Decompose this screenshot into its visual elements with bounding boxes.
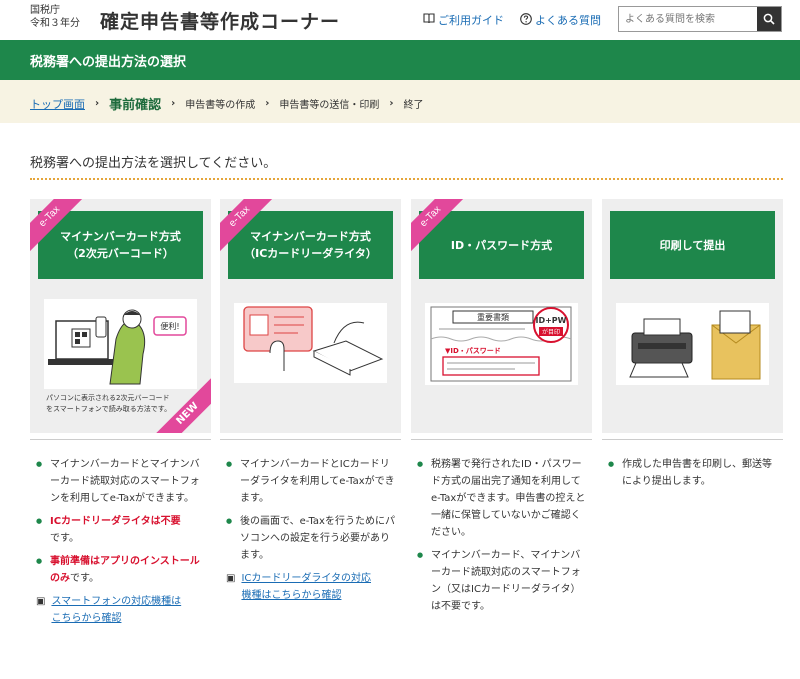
search-input[interactable] bbox=[619, 7, 757, 31]
breadcrumb-step: 終了 bbox=[403, 100, 424, 111]
dotted-divider bbox=[30, 178, 783, 180]
link-text: スマートフォンの対応機種は bbox=[51, 596, 182, 607]
ic-reader-compat-link[interactable]: ▣ ICカードリーダライタの対応 機種はこちらから確認 bbox=[226, 570, 396, 604]
option-card-mynumber-qr[interactable]: マイナンバーカード方式 （2次元バーコード） e-Tax 便利! パソコンに表示さ… bbox=[30, 199, 211, 433]
card-divider bbox=[602, 439, 783, 440]
id-password-notice-illustration: 重要書類 ▼ID・パスワード ID+PW が目印 bbox=[425, 303, 578, 385]
item-text: マイナンバーカードとマイナンバーカード読取対応のスマートフォンを利用してe-Ta… bbox=[50, 459, 200, 504]
qr-caption: パソコンに表示される2次元バーコード をスマートフォンで読み取る方法です。 bbox=[46, 393, 196, 415]
card-divider bbox=[30, 439, 211, 440]
option-card-print[interactable]: 印刷して提出 bbox=[602, 199, 783, 433]
list-item: マイナンバーカードとマイナンバーカード読取対応のスマートフォンを利用してe-Ta… bbox=[36, 456, 206, 507]
qr-description: マイナンバーカードとマイナンバーカード読取対応のスマートフォンを利用してe-Ta… bbox=[36, 456, 206, 627]
book-icon bbox=[423, 13, 435, 27]
item-text: です。 bbox=[70, 573, 99, 584]
list-item: 事前準備はアプリのインストールのみです。 bbox=[36, 553, 206, 587]
id-pw-badge-sub: が目印 bbox=[542, 328, 560, 336]
list-item: 後の画面で、e-Taxを行うためにパソコンへの設定を行う必要があります。 bbox=[226, 513, 396, 564]
search-button[interactable] bbox=[757, 7, 781, 31]
smartphone-compat-link[interactable]: ▣ スマートフォンの対応機種は こちらから確認 bbox=[36, 593, 206, 627]
chevron-right-icon: › bbox=[171, 98, 176, 109]
smartphone-qr-illustration: 便利! bbox=[44, 299, 197, 389]
ic-description: マイナンバーカードとICカードリーダライタを利用してe-Taxができます。 後の… bbox=[226, 456, 396, 604]
svg-text:便利!: 便利! bbox=[160, 321, 179, 331]
option-card-mynumber-ic[interactable]: マイナンバーカード方式 （ICカードリーダライタ） e-Tax bbox=[220, 199, 401, 433]
site-header: 国税庁 令和３年分 確定申告書等作成コーナー ご利用ガイド よくある質問 bbox=[0, 0, 800, 40]
agency-name: 国税庁 bbox=[30, 5, 60, 16]
notice-title: 重要書類 bbox=[477, 312, 509, 322]
list-item: 作成した申告書を印刷し、郵送等により提出します。 bbox=[608, 456, 778, 490]
button-label: （ICカードリーダライタ） bbox=[244, 247, 377, 260]
notice-label: ▼ID・パスワード bbox=[445, 346, 501, 355]
chevron-right-icon: › bbox=[265, 98, 270, 109]
print-submit-button[interactable]: 印刷して提出 bbox=[610, 211, 775, 279]
item-text: です。 bbox=[50, 533, 79, 544]
link-text: ICカードリーダライタの対応 bbox=[241, 573, 371, 584]
list-item: 税務署で発行されたID・パスワード方式の届出完了通知を利用してe-Taxができま… bbox=[417, 456, 587, 541]
print-description: 作成した申告書を印刷し、郵送等により提出します。 bbox=[608, 456, 778, 496]
card-divider bbox=[220, 439, 401, 440]
tax-year: 令和３年分 bbox=[30, 18, 80, 29]
instruction-text: 税務署への提出方法を選択してください。 bbox=[30, 156, 277, 171]
question-icon bbox=[520, 12, 532, 28]
id-password-button[interactable]: ID・パスワード方式 bbox=[419, 211, 584, 279]
button-label: マイナンバーカード方式 bbox=[250, 230, 371, 243]
ic-reader-illustration bbox=[234, 303, 387, 383]
page-title-band: 税務署への提出方法の選択 bbox=[0, 40, 800, 80]
id-password-description: 税務署で発行されたID・パスワード方式の届出完了通知を利用してe-Taxができま… bbox=[417, 456, 587, 621]
window-icon: ▣ bbox=[226, 573, 236, 584]
button-label: （2次元バーコード） bbox=[67, 247, 174, 260]
agency-logo[interactable]: 国税庁 令和３年分 bbox=[30, 4, 80, 30]
faq-link-label: よくある質問 bbox=[535, 14, 601, 27]
chevron-right-icon: › bbox=[95, 98, 100, 109]
guide-link-label: ご利用ガイド bbox=[438, 14, 504, 27]
printer-envelope-illustration bbox=[616, 303, 769, 385]
search-icon bbox=[763, 10, 775, 29]
link-text: こちらから確認 bbox=[51, 613, 122, 624]
list-item: マイナンバーカードとICカードリーダライタを利用してe-Taxができます。 bbox=[226, 456, 396, 507]
breadcrumb: トップ画面 › 事前確認 › 申告書等の作成 › 申告書等の送信・印刷 › 終了 bbox=[0, 80, 800, 123]
mynumber-qr-button[interactable]: マイナンバーカード方式 （2次元バーコード） bbox=[38, 211, 203, 279]
mynumber-ic-button[interactable]: マイナンバーカード方式 （ICカードリーダライタ） bbox=[228, 211, 393, 279]
card-divider bbox=[411, 439, 592, 440]
guide-link[interactable]: ご利用ガイド bbox=[423, 12, 504, 28]
id-pw-badge: ID+PW bbox=[535, 316, 566, 325]
option-card-id-password[interactable]: ID・パスワード方式 e-Tax 重要書類 ▼ID・パスワード ID+PW が目… bbox=[411, 199, 592, 433]
emphasis-text: ICカードリーダライタは不要 bbox=[50, 516, 181, 527]
breadcrumb-step: 申告書等の作成 bbox=[185, 100, 256, 111]
caption-line: をスマートフォンで読み取る方法です。 bbox=[46, 405, 172, 413]
button-label: マイナンバーカード方式 bbox=[60, 230, 181, 243]
site-title: 確定申告書等作成コーナー bbox=[100, 11, 341, 33]
window-icon: ▣ bbox=[36, 596, 46, 607]
breadcrumb-step: 申告書等の送信・印刷 bbox=[279, 100, 380, 111]
caption-line: パソコンに表示される2次元バーコード bbox=[46, 394, 170, 402]
chevron-right-icon: › bbox=[389, 98, 394, 109]
page-title: 税務署への提出方法の選択 bbox=[30, 55, 187, 70]
link-text: 機種はこちらから確認 bbox=[241, 590, 342, 601]
faq-link[interactable]: よくある質問 bbox=[520, 12, 601, 28]
breadcrumb-current: 事前確認 bbox=[109, 98, 162, 113]
button-label: ID・パスワード方式 bbox=[450, 238, 553, 252]
faq-search bbox=[618, 6, 782, 32]
button-label: 印刷して提出 bbox=[659, 238, 726, 252]
list-item: ICカードリーダライタは不要です。 bbox=[36, 513, 206, 547]
breadcrumb-top-link[interactable]: トップ画面 bbox=[30, 96, 85, 112]
list-item: マイナンバーカード、マイナンバーカード読取対応のスマートフォン（又はICカードリ… bbox=[417, 547, 587, 615]
